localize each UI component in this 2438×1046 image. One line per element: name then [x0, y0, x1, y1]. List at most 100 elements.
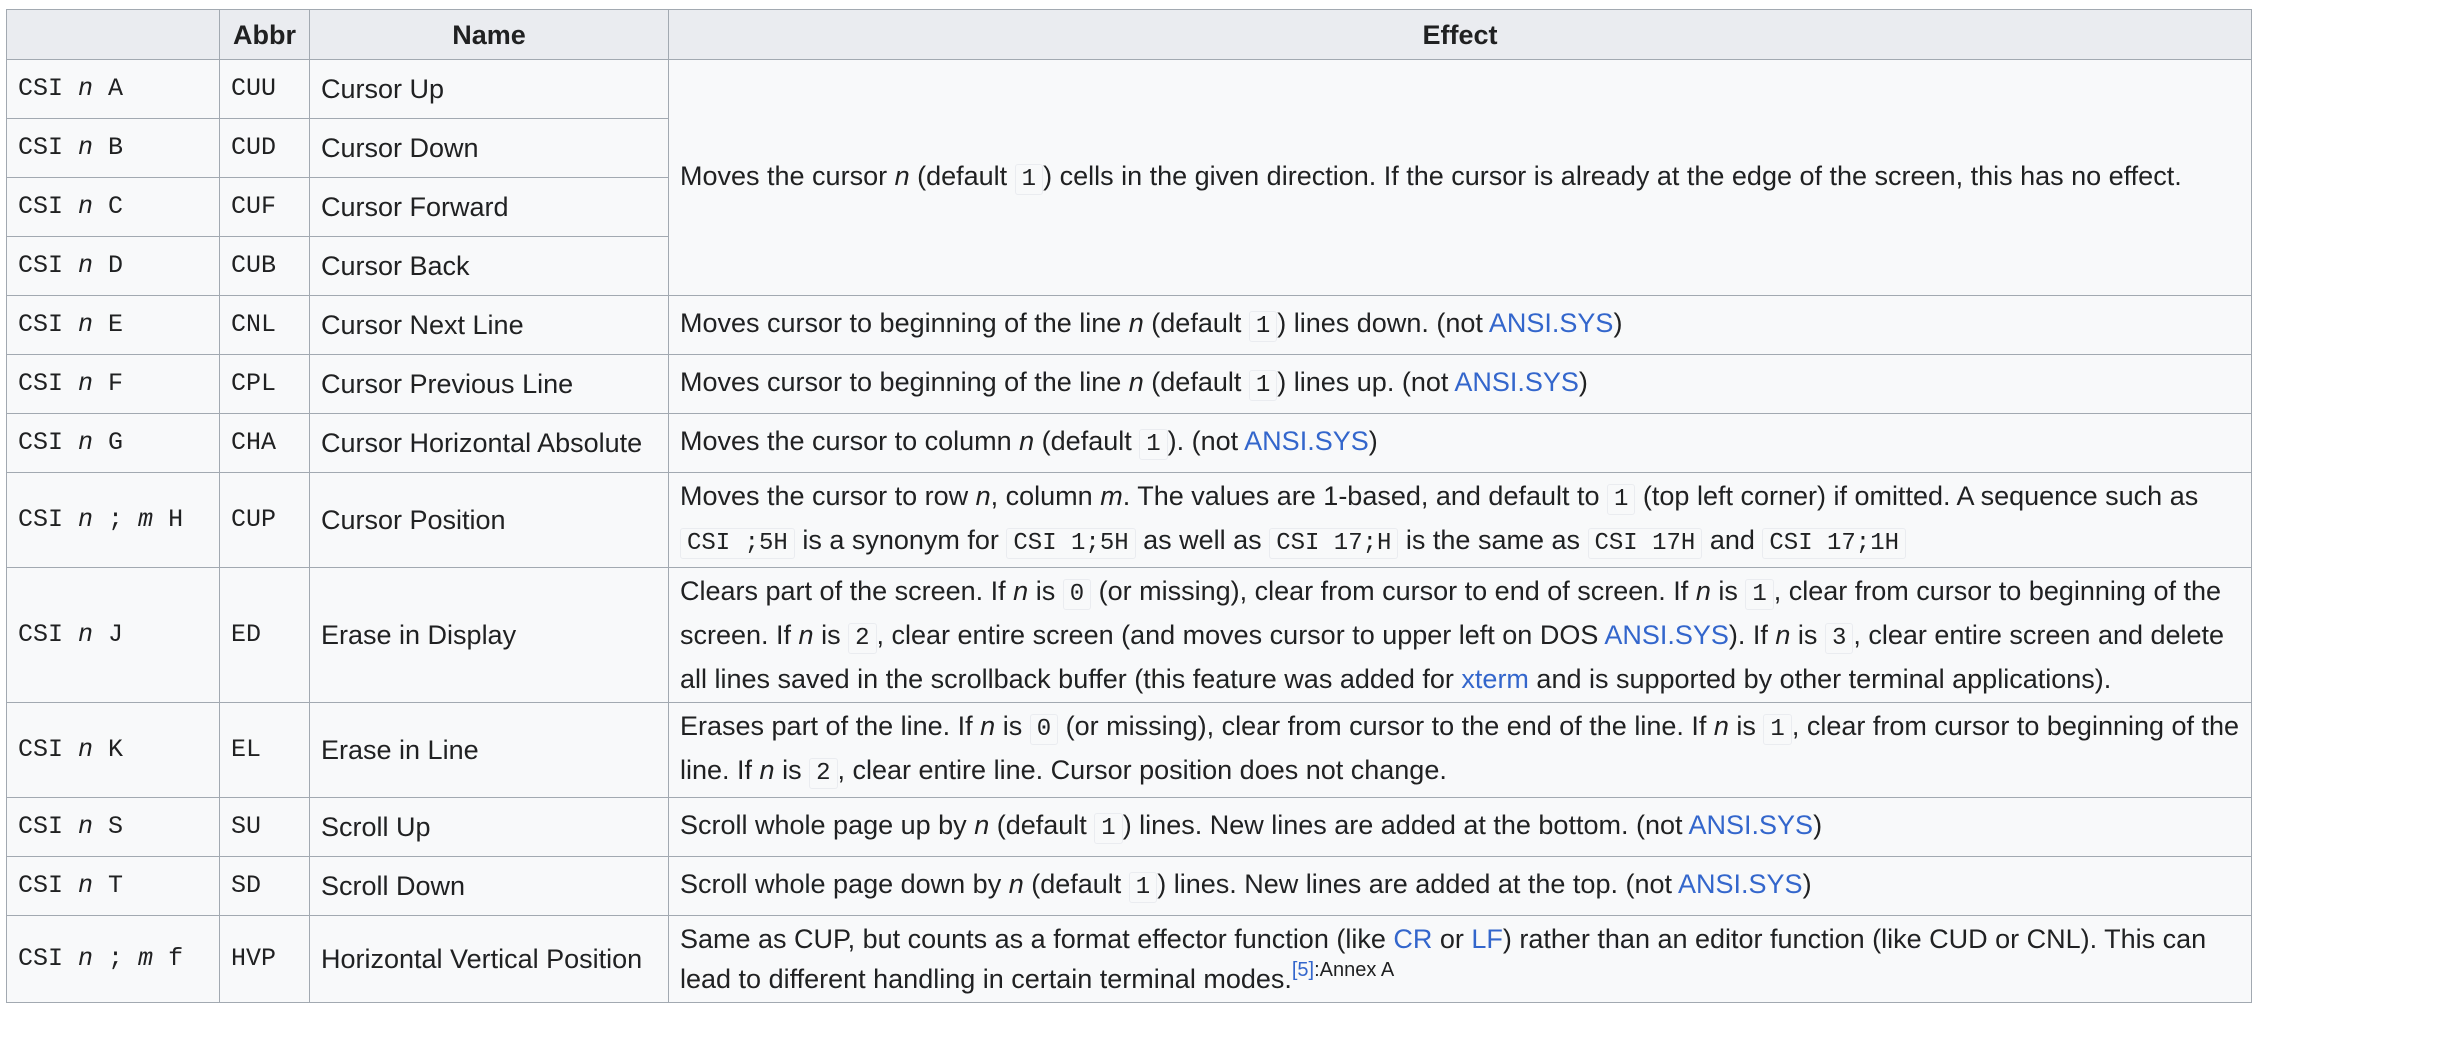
code-value: 1	[1094, 813, 1123, 844]
param-n: n	[78, 620, 94, 649]
effect-text: is	[1728, 711, 1764, 741]
seq-separator: ;	[93, 944, 139, 973]
cr-link[interactable]: CR	[1393, 924, 1432, 954]
table-row: CSI n K EL Erase in Line Erases part of …	[6, 702, 2252, 798]
xterm-link[interactable]: xterm	[1461, 664, 1529, 694]
param-n: n	[78, 133, 94, 162]
param-n: n	[78, 369, 94, 398]
effect-text: and is supported by other terminal appli…	[1528, 664, 2112, 694]
code-value: 1	[1763, 714, 1792, 745]
name-cell: Cursor Back	[309, 236, 669, 296]
effect-text: Moves cursor to beginning of the line	[680, 308, 1129, 338]
ansi-sys-link[interactable]: ANSI.SYS	[1454, 367, 1579, 397]
name-cell: Erase in Display	[309, 567, 669, 703]
param-n: n	[975, 481, 991, 511]
code-value: 1	[1128, 872, 1158, 903]
seq-suffix: S	[93, 812, 124, 841]
code-value: 1	[1248, 311, 1278, 342]
name-cell: Erase in Line	[309, 702, 669, 798]
effect-text: (default	[989, 810, 1095, 840]
abbr-cell: ED	[219, 567, 310, 703]
name-cell: Cursor Forward	[309, 177, 669, 237]
param-n: n	[1019, 426, 1035, 456]
param-n: n	[1713, 711, 1729, 741]
effect-cell: Moves cursor to beginning of the line n …	[668, 354, 2252, 414]
seq-suffix: f	[153, 944, 184, 973]
ansi-sys-link[interactable]: ANSI.SYS	[1604, 620, 1729, 650]
sequence-cell: CSI n E	[6, 295, 220, 355]
ansi-sys-link[interactable]: ANSI.SYS	[1244, 426, 1369, 456]
effect-text: is	[995, 711, 1030, 741]
seq-suffix: H	[153, 505, 184, 534]
effect-text: , clear entire line. Cursor position doe…	[837, 755, 1447, 785]
abbr-cell: SU	[219, 797, 310, 857]
param-n: n	[1128, 367, 1144, 397]
seq-prefix: CSI	[18, 192, 79, 221]
name-cell: Cursor Up	[309, 59, 669, 119]
effect-text: is	[1028, 576, 1063, 606]
table-row: CSI n ; m f HVP Horizontal Vertical Posi…	[6, 915, 2252, 1003]
table-row: CSI n J ED Erase in Display Clears part …	[6, 567, 2252, 703]
effect-cell: Scroll whole page down by n (default 1) …	[668, 856, 2252, 916]
table-row: CSI n G CHA Cursor Horizontal Absolute M…	[6, 413, 2252, 473]
code-value: CSI 17H	[1587, 528, 1703, 559]
sequence-cell: CSI n C	[6, 177, 220, 237]
param-n: n	[78, 310, 94, 339]
effect-text: (default	[1143, 308, 1249, 338]
abbr-cell: CUP	[219, 472, 310, 568]
effect-text: Same as CUP, but counts as a format effe…	[680, 924, 1394, 954]
code-value: 2	[809, 758, 838, 789]
param-n: n	[78, 428, 94, 457]
effect-text: Scroll whole page up by	[680, 810, 975, 840]
effect-text: and	[1702, 525, 1763, 555]
param-n: n	[78, 944, 94, 973]
abbr-cell: CUD	[219, 118, 310, 178]
param-m: m	[138, 505, 154, 534]
ansi-sys-link[interactable]: ANSI.SYS	[1678, 869, 1803, 899]
ansi-sys-link[interactable]: ANSI.SYS	[1489, 308, 1614, 338]
seq-suffix: T	[93, 871, 124, 900]
code-value: CSI 17;1H	[1762, 528, 1907, 559]
seq-suffix: J	[93, 620, 124, 649]
seq-prefix: CSI	[18, 74, 79, 103]
name-cell: Horizontal Vertical Position	[309, 915, 669, 1003]
effect-text: (default	[1023, 869, 1129, 899]
code-value: CSI 17;H	[1269, 528, 1399, 559]
effect-text: or	[1432, 924, 1472, 954]
name-cell: Scroll Down	[309, 856, 669, 916]
effect-text: (or missing), clear from cursor to the e…	[1058, 711, 1714, 741]
effect-text: ) cells in the given direction. If the c…	[1043, 160, 2182, 191]
citation-suffix: :Annex A	[1314, 959, 1395, 981]
lf-link[interactable]: LF	[1471, 924, 1503, 954]
effect-text: )	[1578, 367, 1588, 397]
effect-text: ) lines. New lines are added at the bott…	[1122, 810, 1689, 840]
table-row: CSI n T SD Scroll Down Scroll whole page…	[6, 856, 2252, 916]
ansi-sys-link[interactable]: ANSI.SYS	[1689, 810, 1814, 840]
name-cell: Cursor Horizontal Absolute	[309, 413, 669, 473]
param-n: n	[974, 810, 990, 840]
code-value: 1	[1139, 429, 1168, 460]
code-value: 1	[1014, 163, 1044, 195]
param-n: n	[78, 812, 94, 841]
effect-cell: Same as CUP, but counts as a format effe…	[668, 915, 2252, 1003]
seq-suffix: D	[93, 251, 124, 280]
header-effect: Effect	[668, 9, 2252, 60]
code-value: CSI ;5H	[680, 528, 795, 559]
param-n: n	[1128, 308, 1144, 338]
effect-text: as well as	[1135, 525, 1270, 555]
abbr-cell: CHA	[219, 413, 310, 473]
effect-cell: Moves the cursor n (default 1) cells in …	[668, 59, 2252, 296]
citation-link[interactable]: [5]	[1292, 959, 1314, 981]
effect-text: Scroll whole page down by	[680, 869, 1009, 899]
code-value: CSI 1;5H	[1006, 528, 1136, 559]
effect-cell: Moves the cursor to column n (default 1)…	[668, 413, 2252, 473]
effect-text: (top left corner) if omitted. A sequence…	[1635, 481, 2199, 511]
effect-text: is	[1710, 576, 1746, 606]
effect-cell: Moves cursor to beginning of the line n …	[668, 295, 2252, 355]
param-n: n	[78, 74, 94, 103]
seq-separator: ;	[93, 505, 139, 534]
effect-text: )	[1813, 810, 1823, 840]
sequence-cell: CSI n A	[6, 59, 220, 119]
param-n: n	[798, 620, 814, 650]
effect-text: is	[1790, 620, 1825, 650]
